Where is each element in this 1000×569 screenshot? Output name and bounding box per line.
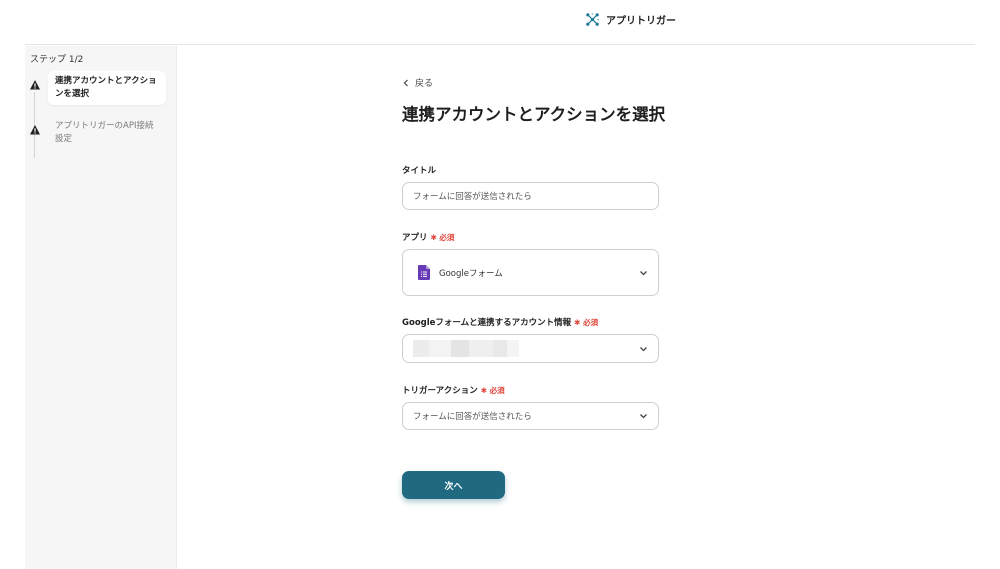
app-trigger-logo-icon [586, 12, 600, 26]
redacted-account-value [413, 340, 519, 357]
top-header: アプリトリガー [25, 0, 975, 45]
brand: アプリトリガー [585, 12, 676, 27]
back-label: 戻る [415, 79, 434, 89]
required-text: 必須 [439, 232, 455, 242]
required-text: 必須 [489, 385, 505, 395]
google-forms-icon [418, 265, 430, 280]
field-label-text: トリガーアクション [402, 386, 478, 396]
sidebar-step-2[interactable]: アプリトリガーのAPI接続設定 [29, 116, 169, 150]
title-input-value: フォームに回答が送信されたら [413, 192, 532, 202]
chevron-down-icon [640, 270, 647, 275]
trigger-action-select[interactable]: フォームに回答が送信されたら [402, 402, 659, 430]
sidebar-step-1[interactable]: 連携アカウントとアクションを選択 [29, 71, 169, 105]
chevron-left-icon [403, 79, 408, 86]
title-input[interactable]: フォームに回答が送信されたら [402, 182, 659, 210]
app-select-value: Googleフォーム [439, 268, 503, 279]
required-badge: ✱ 必須 [480, 385, 505, 395]
trigger-action-field-label: トリガーアクション ✱ 必須 [402, 384, 505, 397]
warning-icon [30, 80, 40, 90]
trigger-action-value: フォームに回答が送信されたら [413, 412, 532, 422]
account-select[interactable] [402, 334, 659, 363]
chevron-down-icon [640, 414, 647, 419]
warning-icon [30, 125, 40, 135]
title-field-label: タイトル [402, 164, 436, 176]
field-label-text: Googleフォームと連携するアカウント情報 [402, 318, 572, 328]
step-counter: ステップ 1/2 [30, 55, 84, 65]
required-badge: ✱ 必須 [430, 232, 455, 242]
sidebar-step-label: アプリトリガーのAPI接続設定 [55, 121, 154, 144]
brand-label: アプリトリガー [606, 16, 676, 27]
step-sidebar: ステップ 1/2 連携アカウントとアクションを選択 アプリトリガーのAPI接続設… [25, 46, 177, 569]
back-link[interactable]: 戻る [402, 76, 433, 89]
sidebar-step-label: 連携アカウントとアクションを選択 [48, 71, 166, 105]
account-field-label: Googleフォームと連携するアカウント情報 ✱ 必須 [402, 316, 599, 329]
field-label-text: タイトル [402, 166, 437, 176]
required-badge: ✱ 必須 [574, 317, 599, 327]
app-select[interactable]: Googleフォーム [402, 249, 659, 296]
field-label-text: アプリ [402, 233, 428, 243]
required-text: 必須 [583, 317, 599, 327]
app-field-label: アプリ ✱ 必須 [402, 231, 455, 244]
page-title: 連携アカウントとアクションを選択 [402, 105, 666, 124]
next-button[interactable]: 次へ [402, 471, 505, 499]
chevron-down-icon [640, 346, 647, 351]
